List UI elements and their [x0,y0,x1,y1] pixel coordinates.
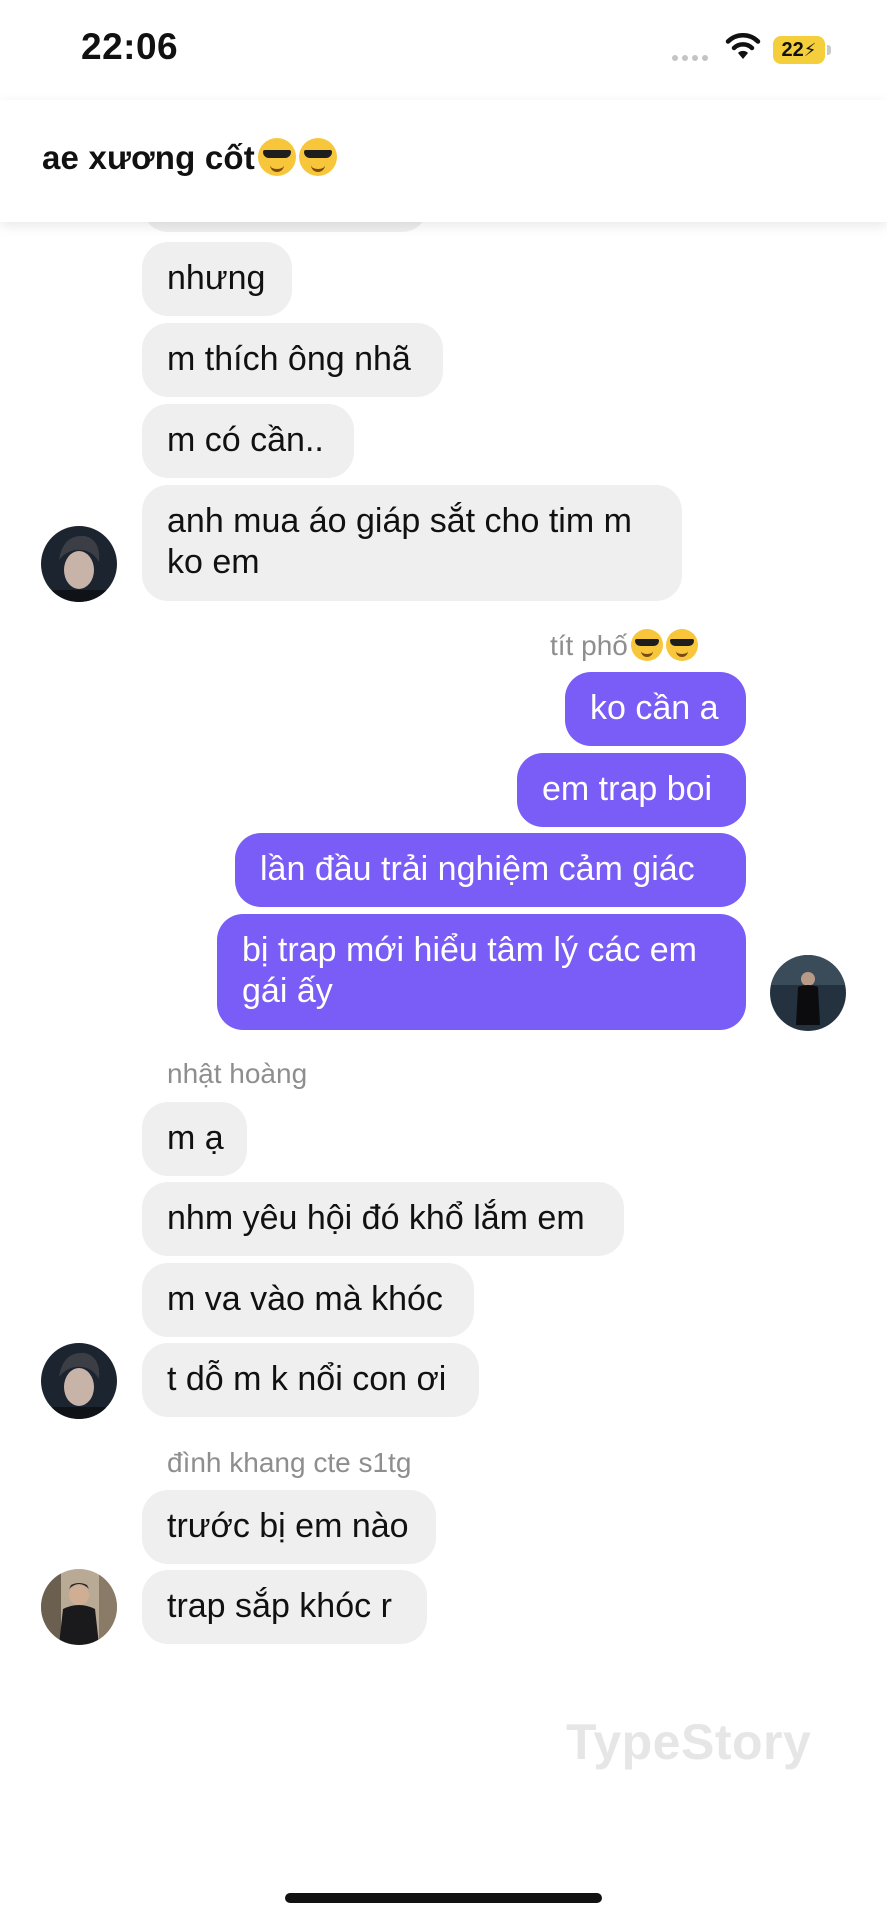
avatar-photo [41,1343,117,1419]
message-bubble[interactable]: trap sắp khóc r [142,1570,427,1644]
avatar-self[interactable] [770,955,846,1031]
sender-name-dinh-khang: đình khang cte s1tg [167,1447,412,1478]
sunglasses-emoji-icon [298,138,337,176]
message-bubble[interactable]: m có cần.. [142,404,354,478]
home-indicator[interactable] [285,1893,602,1903]
avatar-contact-1[interactable] [41,526,117,602]
chat-title[interactable]: ae xương cốt [42,138,337,177]
sender-name-tit-pho: tít phố [550,629,698,662]
message-bubble[interactable]: m thích ông nhã [142,323,443,397]
message-bubble[interactable]: t dỗ m k nổi con ơi [142,1343,479,1417]
sunglasses-emoji-icon [665,629,698,661]
chat-title-text: ae xương cốt [42,139,255,176]
avatar-photo [41,1569,117,1645]
watermark: TypeStory [566,1714,812,1770]
avatar-dinh-khang[interactable] [41,1569,117,1645]
avatar-photo [41,526,117,602]
message-bubble-outgoing[interactable]: lần đầu trải nghiệm cảm giác [235,833,746,907]
sunglasses-emoji-icon [630,629,663,661]
chat-header: ae xương cốt [0,100,887,222]
avatar-nhat-hoang[interactable] [41,1343,117,1419]
message-bubble[interactable]: anh mua áo giáp sắt cho tim m ko em [142,485,682,601]
message-bubble[interactable]: m va vào mà khóc [142,1263,474,1337]
avatar-photo [770,955,846,1031]
message-bubble[interactable]: nhm yêu hội đó khổ lắm em [142,1182,624,1256]
sunglasses-emoji-icon [257,138,296,176]
message-bubble[interactable]: m ạ [142,1102,247,1176]
message-bubble-outgoing[interactable]: em trap boi [517,753,746,827]
message-list: nhưng m thích ông nhã m có cần.. anh mua… [0,0,887,1920]
sender-name-nhat-hoang: nhật hoàng [167,1058,308,1089]
message-bubble-outgoing[interactable]: bị trap mới hiểu tâm lý các em gái ấy [217,914,746,1030]
message-bubble[interactable]: trước bị em nào [142,1490,436,1564]
message-bubble[interactable]: nhưng [142,242,292,316]
message-bubble-outgoing[interactable]: ko cần a [565,672,746,746]
